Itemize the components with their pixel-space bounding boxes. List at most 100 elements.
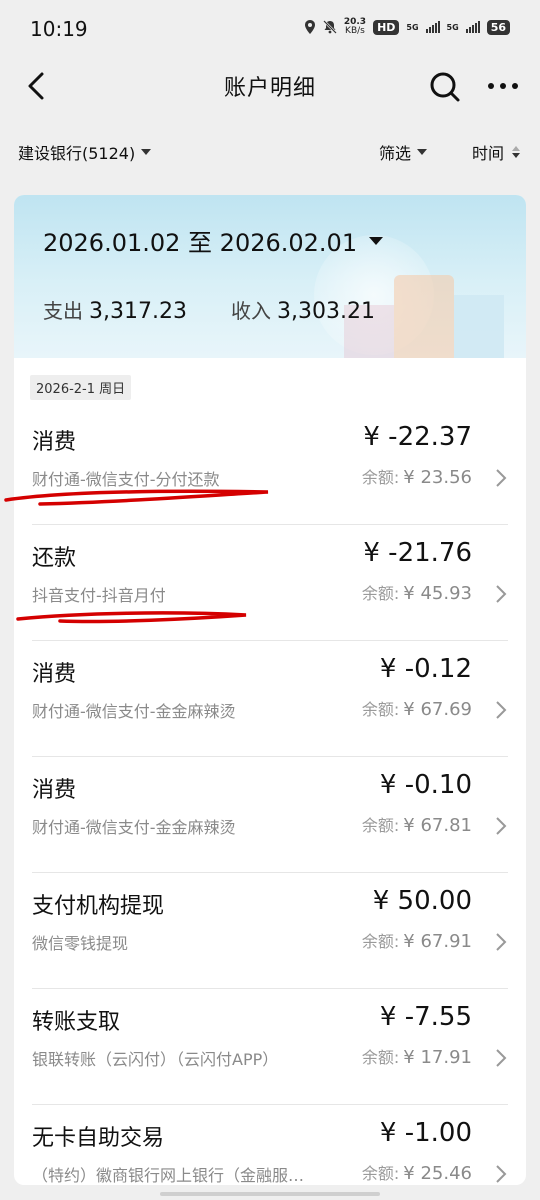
transaction-type: 还款 xyxy=(32,546,77,571)
net-speed-unit: KB/s xyxy=(345,26,365,36)
caret-down-icon xyxy=(369,236,384,245)
transaction-row[interactable]: 转账支取 ¥ -7.55 银联转账（云闪付）（云闪付APP） 余额: ¥ 17.9… xyxy=(14,988,526,1104)
expense-value: 3,317.23 xyxy=(89,299,187,324)
transaction-balance: 余额: ¥ 25.46 xyxy=(362,1160,472,1184)
filter-bar: 建设银行(5124) 筛选 时间 xyxy=(0,114,540,190)
transaction-amount: ¥ -0.10 xyxy=(379,770,472,800)
date-header: 2026-2-1 周日 xyxy=(30,375,132,400)
time-sort-label: 时间 xyxy=(472,144,505,163)
balance-value: ¥ 67.91 xyxy=(403,931,472,952)
transaction-desc: 财付通-微信支付-分付还款 xyxy=(32,470,220,489)
more-button[interactable] xyxy=(484,72,522,100)
signal-type-2: 5G xyxy=(446,22,459,32)
transaction-desc: 财付通-微信支付-金金麻辣烫 xyxy=(32,702,236,721)
period-selector[interactable]: 2026.01.02 至 2026.02.01 xyxy=(43,223,384,258)
balance-label: 余额: xyxy=(361,932,400,951)
balance-label: 余额: xyxy=(361,584,400,603)
transaction-balance: 余额: ¥ 17.91 xyxy=(362,1044,472,1068)
dot-icon xyxy=(488,83,494,89)
transaction-desc: 抖音支付-抖音月付 xyxy=(32,586,166,605)
chevron-right-icon xyxy=(496,585,507,603)
transaction-type: 支付机构提现 xyxy=(32,894,165,919)
battery-icon: 56 xyxy=(486,19,510,35)
account-label: 建设银行(5124) xyxy=(18,144,136,163)
transaction-balance: 余额: ¥ 67.81 xyxy=(362,812,472,836)
income-value: 3,303.21 xyxy=(276,299,375,324)
balance-label: 余额: xyxy=(361,1048,400,1067)
transaction-type: 消费 xyxy=(32,430,77,455)
back-button[interactable] xyxy=(22,70,54,102)
caret-down-icon xyxy=(417,149,428,155)
chevron-right-icon xyxy=(496,1049,507,1067)
search-button[interactable] xyxy=(428,70,462,104)
transaction-type: 转账支取 xyxy=(32,1010,121,1035)
transaction-balance: 余额: ¥ 45.93 xyxy=(362,580,472,604)
search-icon xyxy=(430,72,460,102)
transaction-row[interactable]: 支付机构提现 ¥ 50.00 微信零钱提现 余额: ¥ 67.91 xyxy=(14,872,526,988)
transactions-card: 2026.01.02 至 2026.02.01 支出 3,317.23 收入 3,3… xyxy=(14,195,526,1185)
expense-total: 支出 3,317.23 xyxy=(43,295,187,324)
filter-label: 筛选 xyxy=(379,144,412,163)
chevron-left-icon xyxy=(28,72,44,100)
expense-label: 支出 xyxy=(43,299,83,323)
dot-icon xyxy=(512,83,518,89)
balance-value: ¥ 23.56 xyxy=(403,467,472,488)
transaction-row[interactable]: 消费 ¥ -0.10 财付通-微信支付-金金麻辣烫 余额: ¥ 67.81 xyxy=(14,756,526,872)
transaction-row[interactable]: 还款 ¥ -21.76 抖音支付-抖音月付 余额: ¥ 45.93 xyxy=(14,524,526,640)
status-bar: 10:19 20.3 KB/s HD 5G 5G 56 xyxy=(0,0,540,58)
filter-button[interactable]: 筛选 xyxy=(379,140,428,164)
balance-value: ¥ 45.93 xyxy=(403,583,472,604)
balance-label: 余额: xyxy=(361,468,400,487)
transaction-amount: ¥ -21.76 xyxy=(363,538,472,568)
transaction-type: 无卡自助交易 xyxy=(32,1126,165,1151)
transaction-desc: 银联转账（云闪付）（云闪付APP） xyxy=(32,1050,279,1069)
balance-value: ¥ 17.91 xyxy=(403,1047,472,1068)
page-title: 账户明细 xyxy=(223,76,316,101)
chevron-right-icon xyxy=(496,469,507,487)
transaction-row[interactable]: 消费 ¥ -0.12 财付通-微信支付-金金麻辣烫 余额: ¥ 67.69 xyxy=(14,640,526,756)
balance-label: 余额: xyxy=(361,700,400,719)
transaction-amount: ¥ -7.55 xyxy=(379,1002,472,1032)
balance-value: ¥ 67.69 xyxy=(403,699,472,720)
chevron-right-icon xyxy=(496,817,507,835)
transaction-amount: ¥ -0.12 xyxy=(379,654,472,684)
transaction-amount: ¥ -22.37 xyxy=(363,422,472,452)
summary-totals: 支出 3,317.23 收入 3,303.21 xyxy=(43,295,375,324)
transaction-amount: ¥ 50.00 xyxy=(372,886,472,916)
net-speed: 20.3 KB/s xyxy=(344,18,366,36)
mute-bell-icon xyxy=(322,20,337,34)
status-icons: 20.3 KB/s HD 5G 5G 56 xyxy=(304,18,510,36)
balance-value: ¥ 67.81 xyxy=(403,815,472,836)
summary-header: 2026.01.02 至 2026.02.01 支出 3,317.23 收入 3,3… xyxy=(14,195,526,358)
transaction-balance: 余额: ¥ 67.69 xyxy=(362,696,472,720)
transaction-balance: 余额: ¥ 67.91 xyxy=(362,928,472,952)
transaction-amount: ¥ -1.00 xyxy=(379,1118,472,1148)
signal-type-1: 5G xyxy=(406,22,419,32)
chevron-right-icon xyxy=(496,933,507,951)
home-indicator[interactable] xyxy=(160,1192,380,1196)
balance-value: ¥ 25.46 xyxy=(403,1163,472,1184)
hd-badge: HD xyxy=(373,19,400,35)
period-label: 2026.01.02 至 2026.02.01 xyxy=(43,229,358,257)
time-sort-button[interactable]: 时间 xyxy=(472,140,521,164)
dot-icon xyxy=(500,83,506,89)
account-selector[interactable]: 建设银行(5124) xyxy=(18,140,152,164)
balance-label: 余额: xyxy=(361,1164,400,1183)
transaction-row[interactable]: 无卡自助交易 ¥ -1.00 （特约）徽商银行网上银行（金融服… 余额: ¥ 25… xyxy=(14,1104,526,1185)
chevron-right-icon xyxy=(496,701,507,719)
location-icon xyxy=(304,20,315,34)
chevron-right-icon xyxy=(496,1165,507,1183)
transaction-desc: 微信零钱提现 xyxy=(32,934,129,953)
income-total: 收入 3,303.21 xyxy=(231,295,375,324)
nav-bar: 账户明细 xyxy=(0,58,540,114)
transaction-desc: （特约）徽商银行网上银行（金融服… xyxy=(32,1166,305,1185)
transaction-type: 消费 xyxy=(32,662,77,687)
transaction-balance: 余额: ¥ 23.56 xyxy=(362,464,472,488)
transaction-type: 消费 xyxy=(32,778,77,803)
caret-down-icon xyxy=(141,149,152,155)
sort-icon xyxy=(512,146,521,158)
transaction-row[interactable]: 消费 ¥ -22.37 财付通-微信支付-分付还款 余额: ¥ 23.56 xyxy=(14,408,526,524)
signal-bars-icon xyxy=(425,21,440,33)
status-time: 10:19 xyxy=(30,17,88,41)
balance-label: 余额: xyxy=(361,816,400,835)
